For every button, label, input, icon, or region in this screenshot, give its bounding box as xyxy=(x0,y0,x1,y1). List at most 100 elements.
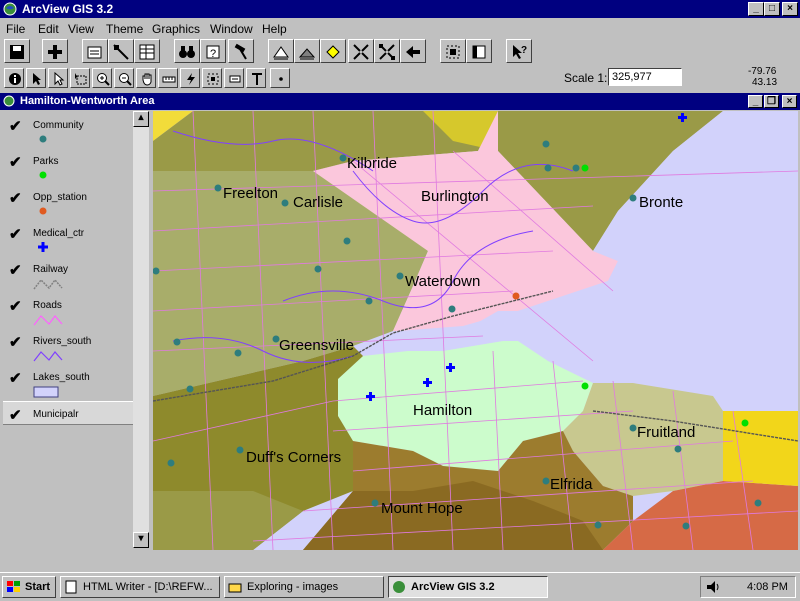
zoom-out-icon xyxy=(119,73,132,86)
text-tool[interactable] xyxy=(246,68,266,88)
menu-edit[interactable]: Edit xyxy=(38,22,59,36)
layer-visibility-checkbox[interactable]: ✔ xyxy=(9,297,22,315)
scroll-up-button[interactable]: ▴ xyxy=(133,111,149,127)
layer-community[interactable]: ✔ Community xyxy=(3,113,133,149)
place-label: Duff's Corners xyxy=(246,449,341,466)
view-restore-button[interactable]: ❐ xyxy=(764,95,779,108)
menu-help[interactable]: Help xyxy=(262,22,287,36)
app-title: ArcView GIS 3.2 xyxy=(22,2,114,16)
cross-symbol-icon xyxy=(38,242,48,252)
theme-properties-button[interactable] xyxy=(82,39,108,63)
layer-visibility-checkbox[interactable]: ✔ xyxy=(9,333,22,351)
zoom-in-fixed-button[interactable] xyxy=(348,39,374,63)
scroll-down-button[interactable]: ▾ xyxy=(133,532,149,548)
query-builder-button[interactable] xyxy=(228,39,254,63)
text-t-icon xyxy=(252,73,262,85)
minimize-button[interactable]: _ xyxy=(748,2,764,16)
menu-file[interactable]: File xyxy=(6,22,25,36)
layer-parks[interactable]: ✔ Parks xyxy=(3,149,133,185)
view-title-bar: Hamilton-Wentworth Area _ ❐ × xyxy=(0,93,800,110)
properties-icon xyxy=(87,46,102,59)
folder-icon xyxy=(228,583,242,593)
clear-selection-button[interactable] xyxy=(466,39,492,63)
zoom-out-fixed-button[interactable] xyxy=(374,39,400,63)
locate-icon: ? xyxy=(206,45,220,60)
layer-name: Municipalr xyxy=(33,409,79,420)
layer-visibility-checkbox[interactable]: ✔ xyxy=(9,406,22,424)
hammer-icon xyxy=(234,43,247,60)
layer-visibility-checkbox[interactable]: ✔ xyxy=(9,117,22,135)
layer-visibility-checkbox[interactable]: ✔ xyxy=(9,189,22,207)
layer-municipalr[interactable]: ✔ Municipalr xyxy=(3,401,133,425)
save-button[interactable] xyxy=(4,39,30,63)
maximize-button[interactable]: □ xyxy=(764,2,780,16)
draw-point-tool[interactable] xyxy=(270,68,290,88)
floppy-icon xyxy=(10,45,24,59)
map-canvas[interactable]: Kilbride Burlington Freelton Carlisle Br… xyxy=(153,111,798,550)
open-table-button[interactable] xyxy=(134,39,160,63)
task-label: HTML Writer - [D:\REFW... xyxy=(83,581,213,593)
windows-logo-icon xyxy=(7,581,20,592)
zoom-selected-icon xyxy=(326,45,340,59)
taskbar: Start HTML Writer - [D:\REFW... Explorin… xyxy=(0,572,800,601)
layer-opp-station[interactable]: ✔ Opp_station xyxy=(3,185,133,221)
edit-legend-button[interactable] xyxy=(108,39,134,63)
ruler-icon xyxy=(162,76,176,83)
layer-visibility-checkbox[interactable]: ✔ xyxy=(9,261,22,279)
label-tool[interactable] xyxy=(224,68,244,88)
view-title: Hamilton-Wentworth Area xyxy=(20,95,155,107)
toc-scrollbar[interactable]: ▴ ▾ xyxy=(133,111,149,548)
task-exploring[interactable]: Exploring - images xyxy=(224,576,384,598)
menu-theme[interactable]: Theme xyxy=(106,22,143,36)
layer-visibility-checkbox[interactable]: ✔ xyxy=(9,225,22,243)
view-minimize-button[interactable]: _ xyxy=(748,95,763,108)
menu-view[interactable]: View xyxy=(68,22,94,36)
add-theme-button[interactable] xyxy=(42,39,68,63)
find-button[interactable] xyxy=(174,39,200,63)
place-label: Elfrida xyxy=(550,476,593,493)
back-arrow-icon xyxy=(406,46,420,58)
svg-text:?: ? xyxy=(210,48,216,60)
layer-roads[interactable]: ✔ Roads xyxy=(3,293,133,329)
layer-visibility-checkbox[interactable]: ✔ xyxy=(9,369,22,387)
zoom-out-tool[interactable] xyxy=(114,68,134,88)
clock: 4:08 PM xyxy=(747,581,788,593)
task-html-writer[interactable]: HTML Writer - [D:\REFW... xyxy=(60,576,220,598)
vertex-edit-tool[interactable] xyxy=(48,68,68,88)
zoom-previous-button[interactable] xyxy=(400,39,426,63)
select-feature-tool[interactable] xyxy=(70,68,90,88)
select-features-button[interactable] xyxy=(440,39,466,63)
locate-address-button[interactable]: ? xyxy=(200,39,226,63)
pan-tool[interactable] xyxy=(136,68,156,88)
help-button[interactable]: ? xyxy=(506,39,532,63)
zoom-selected-button[interactable] xyxy=(320,39,346,63)
zoom-full-extent-button[interactable] xyxy=(268,39,294,63)
hotlink-tool[interactable] xyxy=(180,68,200,88)
close-button[interactable]: × xyxy=(782,2,798,16)
legend-icon xyxy=(113,44,129,60)
dot-symbol-icon xyxy=(39,207,47,215)
start-button[interactable]: Start xyxy=(2,576,56,598)
zoom-in-tool[interactable] xyxy=(92,68,112,88)
layer-railway[interactable]: ✔ Railway xyxy=(3,257,133,293)
task-arcview[interactable]: ArcView GIS 3.2 xyxy=(388,576,548,598)
menu-graphics[interactable]: Graphics xyxy=(152,22,200,36)
layer-visibility-checkbox[interactable]: ✔ xyxy=(9,153,22,171)
layer-medical-ctr[interactable]: ✔ Medical_ctr xyxy=(3,221,133,257)
binoculars-icon xyxy=(179,46,195,58)
area-of-interest-tool[interactable] xyxy=(202,68,222,88)
task-label: Exploring - images xyxy=(247,581,339,593)
scale-input[interactable]: 325,977 xyxy=(608,68,682,86)
map-display[interactable]: Kilbride Burlington Freelton Carlisle Br… xyxy=(153,111,798,550)
layer-name: Opp_station xyxy=(33,192,87,203)
pointer-tool[interactable] xyxy=(26,68,46,88)
identify-tool[interactable] xyxy=(4,68,24,88)
place-label: Burlington xyxy=(421,188,489,205)
layer-lakes-south[interactable]: ✔ Lakes_south xyxy=(3,365,133,401)
speaker-icon[interactable] xyxy=(705,580,721,594)
measure-tool[interactable] xyxy=(158,68,178,88)
view-close-button[interactable]: × xyxy=(782,95,797,108)
zoom-active-themes-button[interactable] xyxy=(294,39,320,63)
layer-rivers-south[interactable]: ✔ Rivers_south xyxy=(3,329,133,365)
menu-window[interactable]: Window xyxy=(210,22,253,36)
